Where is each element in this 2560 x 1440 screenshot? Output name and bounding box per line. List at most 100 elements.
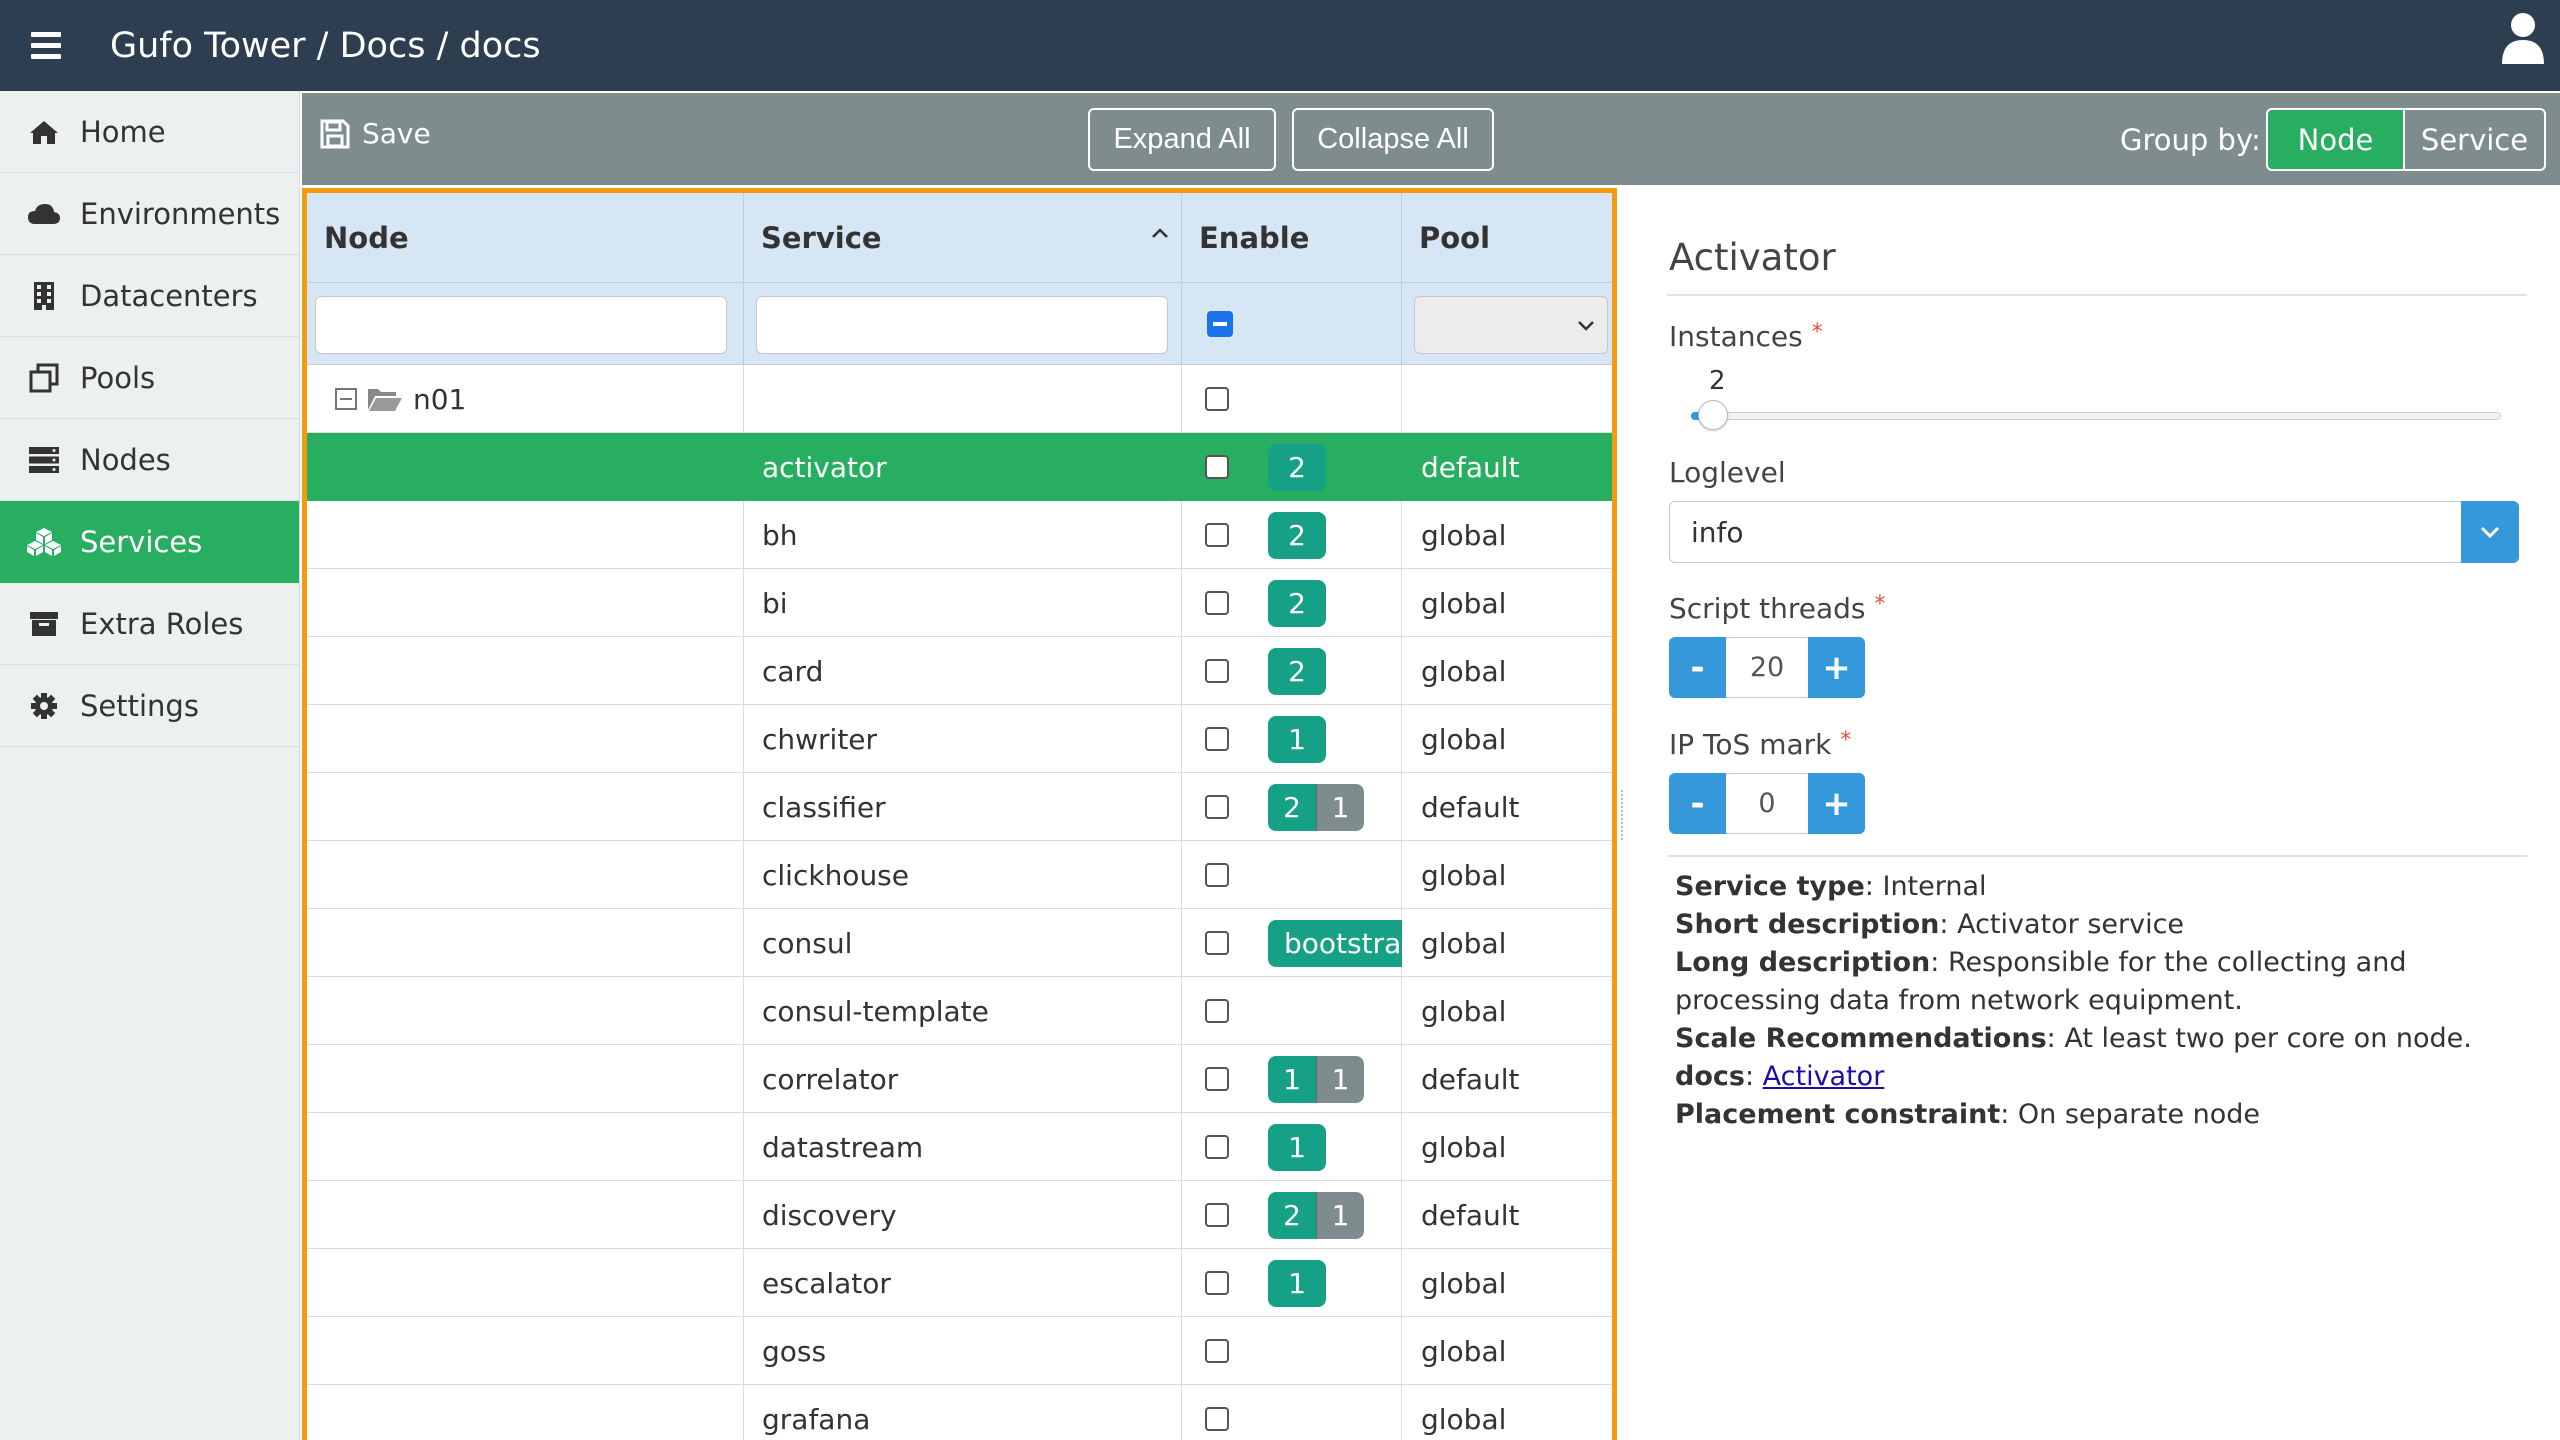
table-row[interactable]: chwriter 1 global (307, 705, 1612, 773)
archive-icon (22, 607, 66, 641)
group-row[interactable]: n01 (307, 365, 1612, 433)
save-icon (320, 119, 350, 148)
save-button[interactable]: Save (320, 117, 431, 150)
info-key: Scale Recommendations (1675, 1023, 2047, 1054)
enable-checkbox[interactable] (1205, 1339, 1229, 1363)
table-row[interactable]: bh 2 global (307, 501, 1612, 569)
table-row[interactable]: bi 2 global (307, 569, 1612, 637)
table-row[interactable]: escalator 1 global (307, 1249, 1612, 1317)
table-row[interactable]: discovery 2 1 default (307, 1181, 1612, 1249)
pool-filter-select[interactable] (1414, 296, 1608, 354)
pool-name: global (1421, 926, 1507, 960)
info-line: Scale Recommendations: At least two per … (1675, 1023, 2472, 1054)
table-row[interactable]: activator 2 default (307, 433, 1612, 501)
enable-checkbox[interactable] (1205, 727, 1229, 751)
service-filter-input[interactable] (756, 296, 1168, 354)
instance-count-badge: 1 (1268, 716, 1326, 763)
service-name: correlator (744, 1045, 1182, 1113)
sidebar-item-pools[interactable]: Pools (0, 337, 299, 419)
instances-slider-handle[interactable] (1698, 400, 1729, 430)
info-line: Long description: Responsible for the co… (1675, 947, 2407, 1016)
expand-all-button[interactable]: Expand All (1088, 108, 1276, 171)
loglevel-select[interactable]: info (1669, 501, 2519, 563)
table-row[interactable]: consul-template global (307, 977, 1612, 1045)
enable-checkbox[interactable] (1205, 1407, 1229, 1431)
cloud-icon (22, 197, 66, 231)
sidebar-item-label: Pools (80, 360, 156, 395)
instance-badges: 1 (1268, 1260, 1326, 1307)
table-row[interactable]: consul bootstrap global (307, 909, 1612, 977)
table-row[interactable]: correlator 1 1 default (307, 1045, 1612, 1113)
script-threads-decrement-button[interactable]: - (1669, 637, 1726, 698)
enable-checkbox[interactable] (1205, 795, 1229, 819)
table-row[interactable]: classifier 2 1 default (307, 773, 1612, 841)
pool-name: default (1421, 1062, 1520, 1096)
instance-badges: bootstrap (1268, 920, 1402, 967)
column-header-service[interactable]: Service (744, 193, 1182, 283)
sidebar-item-nodes[interactable]: Nodes (0, 419, 299, 501)
sidebar-item-extra-roles[interactable]: Extra Roles (0, 583, 299, 665)
docs-link[interactable]: Activator (1763, 1061, 1885, 1092)
clone-icon (22, 361, 66, 395)
tos-increment-button[interactable]: + (1808, 773, 1865, 834)
enable-checkbox[interactable] (1205, 931, 1229, 955)
gear-icon (22, 689, 66, 723)
enable-checkbox[interactable] (1205, 999, 1229, 1023)
filter-cell-enable (1182, 283, 1402, 365)
menu-icon[interactable] (0, 0, 91, 91)
info-key: docs (1675, 1061, 1745, 1092)
table-row[interactable]: goss global (307, 1317, 1612, 1385)
enable-checkbox[interactable] (1205, 1135, 1229, 1159)
node-filter-input[interactable] (315, 296, 727, 354)
script-threads-increment-button[interactable]: + (1808, 637, 1865, 698)
node-cell (307, 1249, 744, 1317)
enable-cell (1182, 1385, 1402, 1440)
pool-cell (1402, 365, 1612, 433)
script-threads-stepper: - 20 + (1669, 637, 1865, 698)
user-icon[interactable] (2500, 12, 2546, 64)
enable-checkbox[interactable] (1205, 523, 1229, 547)
instance-count-badge: 2 (1268, 784, 1316, 831)
chevron-down-icon[interactable] (2461, 501, 2519, 563)
group-by-service-button[interactable]: Service (2405, 108, 2546, 171)
enable-checkbox[interactable] (1205, 1271, 1229, 1295)
enable-checkbox[interactable] (1205, 863, 1229, 887)
group-by-node-button[interactable]: Node (2266, 108, 2405, 171)
node-cell (307, 705, 744, 773)
sidebar-item-environments[interactable]: Environments (0, 173, 299, 255)
info-key: Short description (1675, 909, 1940, 940)
column-header-node[interactable]: Node (307, 193, 744, 283)
enable-filter-checkbox[interactable] (1207, 311, 1233, 337)
script-threads-input[interactable]: 20 (1726, 637, 1808, 698)
sidebar-item-services[interactable]: Services (0, 501, 299, 583)
node-cell (307, 569, 744, 637)
enable-checkbox[interactable] (1205, 1067, 1229, 1091)
enable-checkbox[interactable] (1205, 455, 1229, 479)
tos-input[interactable]: 0 (1726, 773, 1808, 834)
collapse-icon[interactable] (335, 388, 357, 410)
table-row[interactable]: clickhouse global (307, 841, 1612, 909)
node-cell (307, 773, 744, 841)
instance-count-badge: 2 (1268, 648, 1326, 695)
enable-checkbox[interactable] (1205, 387, 1229, 411)
enable-checkbox[interactable] (1205, 1203, 1229, 1227)
table-row[interactable]: card 2 global (307, 637, 1612, 705)
instances-slider-track[interactable] (1691, 412, 2501, 420)
enable-checkbox[interactable] (1205, 659, 1229, 683)
column-header-pool[interactable]: Pool (1402, 193, 1612, 283)
table-row[interactable]: grafana global (307, 1385, 1612, 1440)
extra-count-badge: 1 (1316, 784, 1364, 831)
sidebar-item-home[interactable]: Home (0, 91, 299, 173)
node-name: n01 (413, 382, 467, 416)
column-header-enable[interactable]: Enable (1182, 193, 1402, 283)
splitter-handle[interactable] (1621, 790, 1625, 840)
sidebar-item-datacenters[interactable]: Datacenters (0, 255, 299, 337)
collapse-all-button[interactable]: Collapse All (1292, 108, 1494, 171)
instance-badges: 11 (1268, 1056, 1364, 1103)
filter-cell-pool (1402, 283, 1612, 365)
table-row[interactable]: datastream 1 global (307, 1113, 1612, 1181)
sidebar-item-settings[interactable]: Settings (0, 665, 299, 747)
enable-checkbox[interactable] (1205, 591, 1229, 615)
tos-decrement-button[interactable]: - (1669, 773, 1726, 834)
enable-cell: 2 (1182, 433, 1402, 501)
